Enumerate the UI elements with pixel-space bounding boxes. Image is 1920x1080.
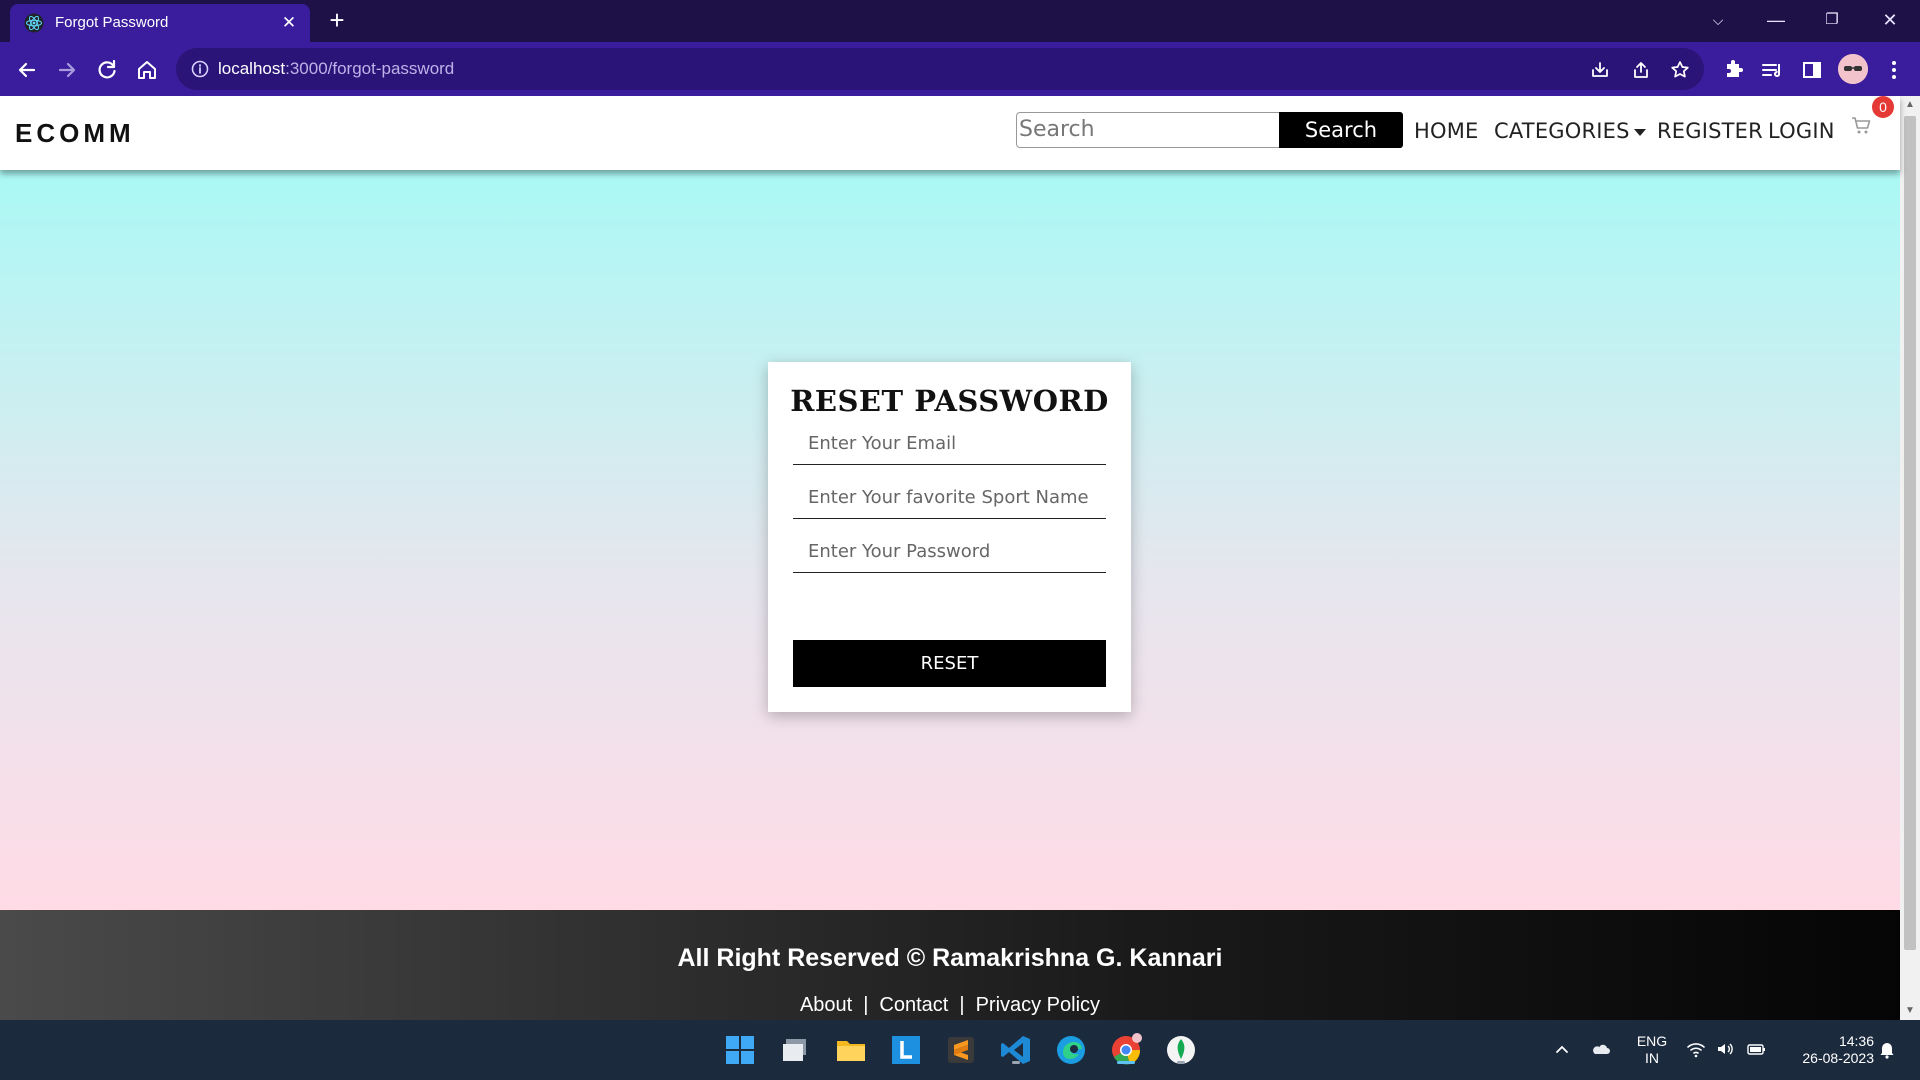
address-bar[interactable]: localhost:3000/forgot-password — [176, 48, 1704, 90]
browser-toolbar: localhost:3000/forgot-password — [0, 42, 1920, 96]
react-icon — [24, 13, 44, 33]
profile-avatar[interactable] — [1838, 54, 1868, 84]
scroll-thumb[interactable] — [1904, 116, 1916, 950]
nav-categories-dropdown[interactable]: CATEGORIES — [1494, 119, 1646, 143]
show-hidden-icons-icon[interactable] — [1551, 1038, 1573, 1060]
sublime-text-icon[interactable] — [943, 1032, 979, 1068]
back-icon[interactable] — [13, 56, 41, 84]
search-input[interactable]: Search — [1016, 112, 1280, 148]
sport-name-field[interactable] — [793, 477, 1106, 518]
footer-copyright: All Right Reserved © Ramakrishna G. Kann… — [677, 944, 1223, 972]
browser-tab[interactable]: Forgot Password ✕ — [10, 4, 310, 42]
onedrive-cloud-icon[interactable] — [1590, 1038, 1612, 1060]
mongodb-compass-taskbar-button[interactable] — [1163, 1032, 1199, 1068]
brand-logo[interactable]: ECOMM — [15, 118, 135, 149]
reading-list-icon[interactable] — [1758, 56, 1786, 84]
running-indicator — [1177, 1061, 1185, 1064]
password-field-wrapper — [793, 531, 1106, 573]
clock[interactable]: 14:36 26-08-2023 — [1780, 1033, 1874, 1067]
profile-face-icon — [1838, 54, 1868, 84]
form-title: RESET PASSWORD — [790, 384, 1109, 418]
footer-separator: | — [959, 994, 965, 1016]
caret-down-icon — [1633, 128, 1646, 136]
scroll-up-icon[interactable]: ▲ — [1900, 96, 1920, 114]
vscode-taskbar-button[interactable] — [998, 1032, 1034, 1068]
volume-icon[interactable] — [1714, 1038, 1736, 1060]
home-icon[interactable] — [133, 56, 161, 84]
chrome-taskbar-button[interactable] — [1108, 1032, 1144, 1068]
extensions-icon[interactable] — [1718, 56, 1746, 84]
password-field[interactable] — [793, 531, 1106, 572]
browser-menu-icon[interactable] — [1880, 56, 1908, 84]
edge-icon[interactable] — [1053, 1032, 1089, 1068]
clock-date: 26-08-2023 — [1802, 1050, 1874, 1066]
side-panel-icon[interactable] — [1798, 56, 1826, 84]
footer-links: About | Contact | Privacy Policy — [0, 994, 1900, 1017]
nav-login-link[interactable]: LOGIN — [1768, 119, 1835, 143]
cart-icon[interactable] — [1850, 114, 1872, 136]
region-code: IN — [1645, 1050, 1659, 1066]
notifications-bell-icon[interactable] — [1876, 1038, 1898, 1060]
windows-start-icon[interactable] — [722, 1032, 758, 1068]
nav-home-link[interactable]: HOME — [1414, 119, 1479, 143]
share-icon[interactable] — [1629, 58, 1653, 82]
battery-icon[interactable] — [1745, 1038, 1767, 1060]
task-view-icon[interactable] — [778, 1032, 814, 1068]
reload-icon[interactable] — [93, 56, 121, 84]
tab-close-icon[interactable]: ✕ — [278, 12, 300, 34]
tab-title: Forgot Password — [55, 14, 169, 31]
nav-categories-label: CATEGORIES — [1494, 119, 1630, 143]
page-viewport: ECOMM Search Search HOME CATEGORIES REGI… — [0, 96, 1920, 1020]
footer-separator: | — [863, 994, 869, 1016]
browser-tab-strip: Forgot Password ✕ + ⌵ — ❐ ✕ — [0, 0, 1920, 42]
site-info-icon[interactable] — [190, 59, 210, 79]
email-field[interactable] — [793, 423, 1106, 464]
running-indicator — [1012, 1061, 1020, 1064]
bookmark-star-icon[interactable] — [1668, 58, 1692, 82]
site-navbar: ECOMM Search Search HOME CATEGORIES REGI… — [0, 96, 1900, 170]
clock-time: 14:36 — [1838, 1033, 1874, 1049]
forward-icon[interactable] — [53, 56, 81, 84]
sport-field-wrapper — [793, 477, 1106, 519]
active-indicator — [1117, 1061, 1135, 1064]
tab-search-icon[interactable]: ⌵ — [1696, 6, 1740, 36]
reset-button[interactable]: RESET — [793, 640, 1106, 687]
window-close-icon[interactable]: ✕ — [1868, 6, 1912, 36]
page-scrollbar[interactable]: ▲ ▼ — [1900, 96, 1920, 1020]
windows-taskbar: ENG IN 14:36 26-08-2023 — [0, 1020, 1920, 1080]
language-code: ENG — [1636, 1033, 1668, 1049]
search-button[interactable]: Search — [1279, 112, 1403, 148]
wifi-icon[interactable] — [1685, 1038, 1707, 1060]
footer-privacy-link[interactable]: Privacy Policy — [976, 994, 1100, 1017]
page-main: RESET PASSWORD RESET — [0, 170, 1900, 910]
new-tab-icon[interactable]: + — [324, 7, 350, 34]
footer-contact-link[interactable]: Contact — [879, 994, 948, 1017]
scroll-down-icon[interactable]: ▼ — [1900, 1002, 1920, 1020]
site-footer: All Right Reserved © Ramakrishna G. Kann… — [0, 910, 1900, 1020]
l-app-icon[interactable] — [888, 1032, 924, 1068]
email-field-wrapper — [793, 423, 1106, 465]
install-app-icon[interactable] — [1588, 58, 1612, 82]
nav-register-link[interactable]: REGISTER — [1657, 119, 1763, 143]
reset-password-form: RESET PASSWORD RESET — [768, 362, 1131, 712]
minimize-icon[interactable]: — — [1754, 6, 1798, 36]
footer-about-link[interactable]: About — [800, 994, 852, 1017]
cart-count-badge: 0 — [1872, 96, 1894, 118]
file-explorer-icon[interactable] — [833, 1032, 869, 1068]
url-text[interactable]: localhost:3000/forgot-password — [218, 59, 454, 79]
restore-icon[interactable]: ❐ — [1810, 6, 1854, 36]
language-indicator[interactable]: ENG IN — [1630, 1033, 1674, 1067]
